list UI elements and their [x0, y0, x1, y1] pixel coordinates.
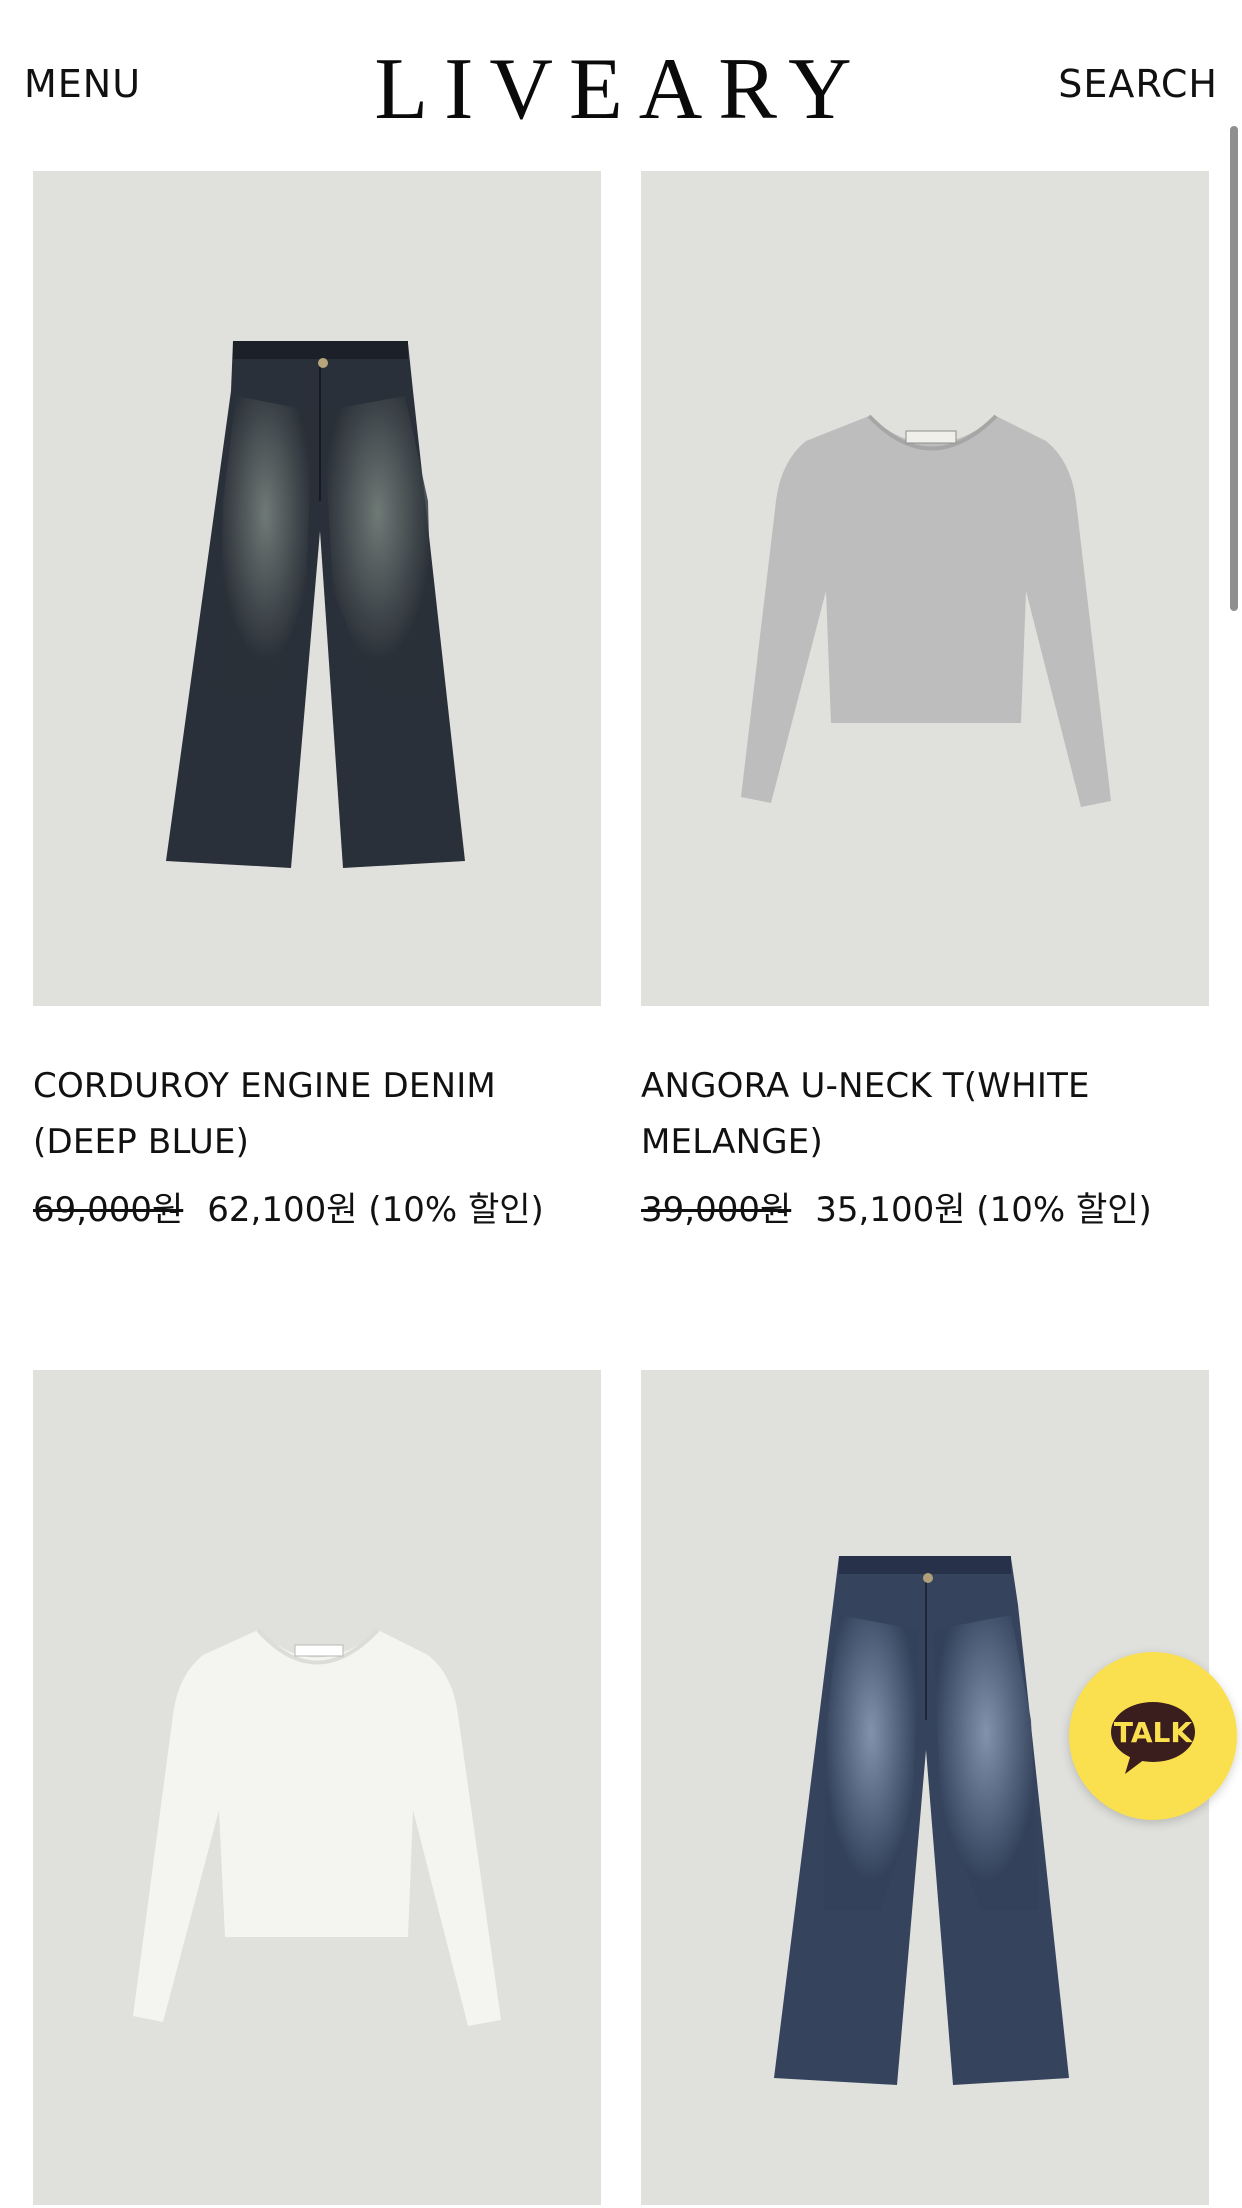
sale-price: 35,100원 (10% 할인): [815, 1190, 1152, 1230]
grey-long-sleeve-top-icon: [741, 414, 1111, 807]
kakao-talk-button[interactable]: TALK: [1069, 1652, 1237, 1820]
product-image[interactable]: [33, 1370, 601, 2205]
product-card[interactable]: ANGORA U-NECK T(WHITE MELANGE) 39,000원 35…: [641, 171, 1209, 1234]
original-price: 69,000원: [33, 1190, 184, 1230]
chat-bubble-icon: TALK: [1111, 1702, 1195, 1774]
talk-label: TALK: [1114, 1716, 1193, 1749]
product-price: 69,000원 62,100원 (10% 할인): [33, 1186, 601, 1234]
product-card[interactable]: [33, 1370, 601, 2205]
scrollbar[interactable]: [1230, 126, 1238, 611]
product-image[interactable]: [33, 171, 601, 1006]
original-price: 39,000원: [641, 1190, 792, 1230]
white-long-sleeve-top-icon: [133, 1628, 501, 2026]
top-header: MENU LIVEARY SEARCH: [0, 0, 1242, 170]
product-name[interactable]: CORDUROY ENGINE DENIM (DEEP BLUE): [33, 1058, 601, 1170]
dark-denim-jeans-icon: [166, 341, 465, 868]
search-button[interactable]: SEARCH: [1058, 62, 1218, 106]
product-image[interactable]: [641, 171, 1209, 1006]
product-card[interactable]: CORDUROY ENGINE DENIM (DEEP BLUE) 69,000…: [33, 171, 601, 1234]
product-name[interactable]: ANGORA U-NECK T(WHITE MELANGE): [641, 1058, 1209, 1170]
sale-price: 62,100원 (10% 할인): [207, 1190, 544, 1230]
product-price: 39,000원 35,100원 (10% 할인): [641, 1186, 1209, 1234]
brand-logo[interactable]: LIVEARY: [0, 42, 1242, 138]
